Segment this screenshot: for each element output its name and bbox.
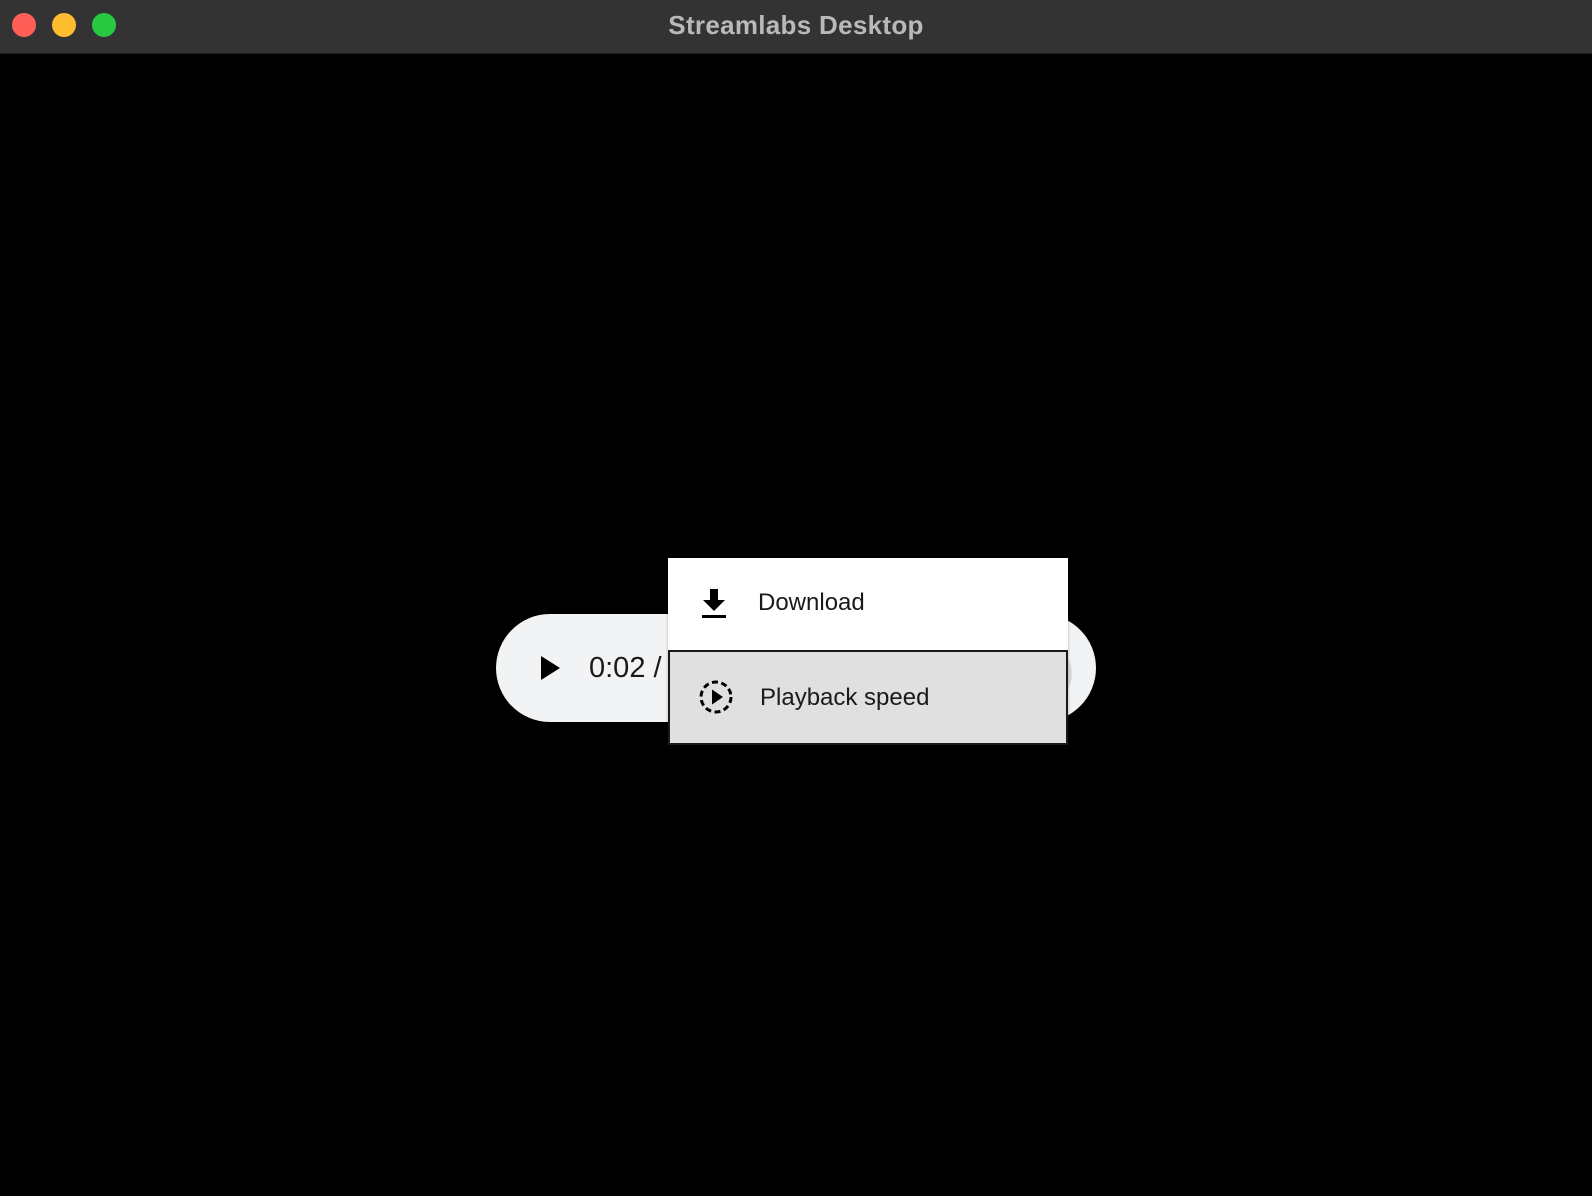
play-icon	[541, 656, 560, 680]
menu-item-label: Download	[758, 589, 865, 616]
play-button[interactable]	[530, 648, 570, 688]
menu-item-label: Playback speed	[760, 684, 930, 711]
menu-item-download[interactable]: Download	[668, 558, 1068, 650]
time-display: 0:02 /	[589, 652, 662, 684]
window-title: Streamlabs Desktop	[668, 10, 924, 40]
title-bar: Streamlabs Desktop	[0, 0, 1592, 54]
overflow-menu: Download Playback speed	[668, 558, 1068, 745]
app-window: Streamlabs Desktop 0:02 / Download Playb…	[0, 0, 1592, 1196]
download-icon	[694, 584, 734, 624]
menu-item-playback-speed[interactable]: Playback speed	[668, 650, 1068, 745]
playback-speed-icon	[696, 677, 736, 717]
